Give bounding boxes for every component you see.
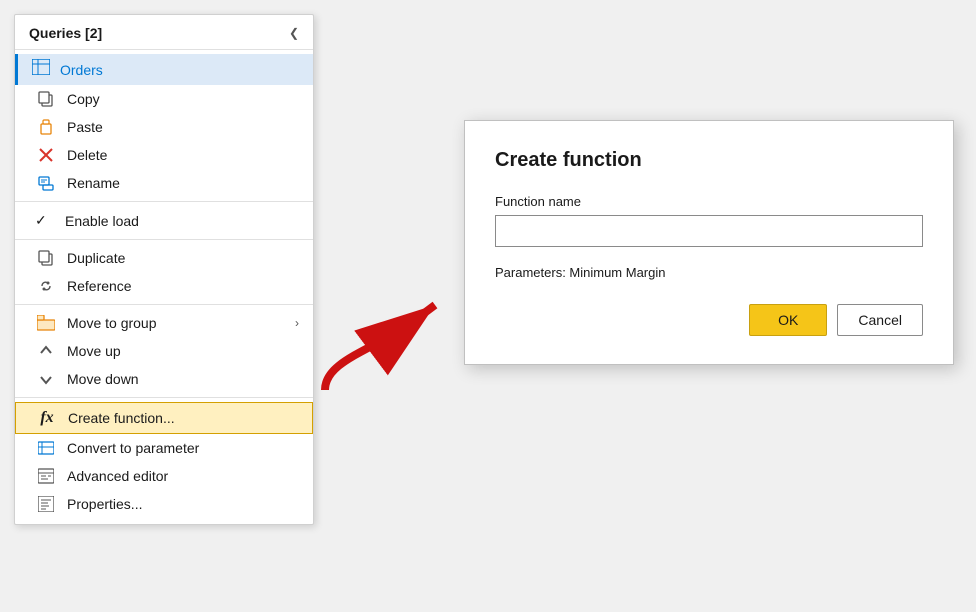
menu-item-paste[interactable]: Paste [15,113,313,141]
move-down-icon [35,372,57,386]
menu-item-move-up[interactable]: Move up [15,337,313,365]
move-to-group-label: Move to group [67,315,295,331]
copy-label: Copy [67,91,299,107]
dialog-buttons: OK Cancel [495,304,923,336]
menu-item-rename[interactable]: Rename [15,169,313,197]
menu-item-create-function[interactable]: fx Create function... [15,402,313,434]
copy-icon [35,91,57,107]
duplicate-icon [35,250,57,266]
context-menu: Queries [2] ❮ Orders Copy [14,14,314,525]
orders-table-icon [32,59,50,80]
menu-item-duplicate[interactable]: Duplicate [15,244,313,272]
menu-item-enable-load[interactable]: ✓ Enable load [15,206,313,235]
menu-item-move-to-group[interactable]: Move to group › [15,309,313,337]
move-down-label: Move down [67,371,299,387]
menu-item-properties[interactable]: Properties... [15,490,313,518]
paste-label: Paste [67,119,299,135]
dialog-title: Create function [495,149,923,172]
menu-item-advanced-editor[interactable]: Advanced editor [15,462,313,490]
divider-3 [15,304,313,305]
selected-query-item[interactable]: Orders [15,54,313,85]
move-group-icon [35,315,57,331]
convert-icon [35,440,57,456]
reference-label: Reference [67,278,299,294]
ok-button[interactable]: OK [749,304,827,336]
collapse-icon[interactable]: ❮ [289,26,299,40]
move-up-label: Move up [67,343,299,359]
properties-icon [35,496,57,512]
menu-item-reference[interactable]: Reference [15,272,313,300]
menu-header: Queries [2] ❮ [15,15,313,50]
rename-icon [35,175,57,191]
create-function-icon: fx [36,409,58,427]
divider-2 [15,239,313,240]
delete-label: Delete [67,147,299,163]
menu-item-convert-to-param[interactable]: Convert to parameter [15,434,313,462]
orders-label: Orders [60,62,103,78]
enable-load-label: Enable load [65,213,299,229]
rename-label: Rename [67,175,299,191]
delete-icon [35,147,57,163]
convert-to-param-label: Convert to parameter [67,440,299,456]
divider-4 [15,397,313,398]
advanced-editor-label: Advanced editor [67,468,299,484]
function-name-input[interactable] [495,215,923,247]
create-function-label: Create function... [68,410,298,426]
cancel-button[interactable]: Cancel [837,304,923,336]
duplicate-label: Duplicate [67,250,299,266]
advanced-editor-icon [35,468,57,484]
reference-icon [35,278,57,294]
menu-item-delete[interactable]: Delete [15,141,313,169]
create-function-dialog: Create function Function name Parameters… [464,120,954,365]
divider-1 [15,201,313,202]
move-to-group-arrow-icon: › [295,316,299,330]
menu-title: Queries [2] [29,25,102,41]
pointer-arrow [295,280,480,400]
move-up-icon [35,344,57,358]
paste-icon [35,119,57,135]
enable-load-check: ✓ [35,212,55,229]
menu-item-copy[interactable]: Copy [15,85,313,113]
menu-item-move-down[interactable]: Move down [15,365,313,393]
dialog-params-label: Parameters: Minimum Margin [495,265,923,280]
properties-label: Properties... [67,496,299,512]
function-name-label: Function name [495,194,923,209]
